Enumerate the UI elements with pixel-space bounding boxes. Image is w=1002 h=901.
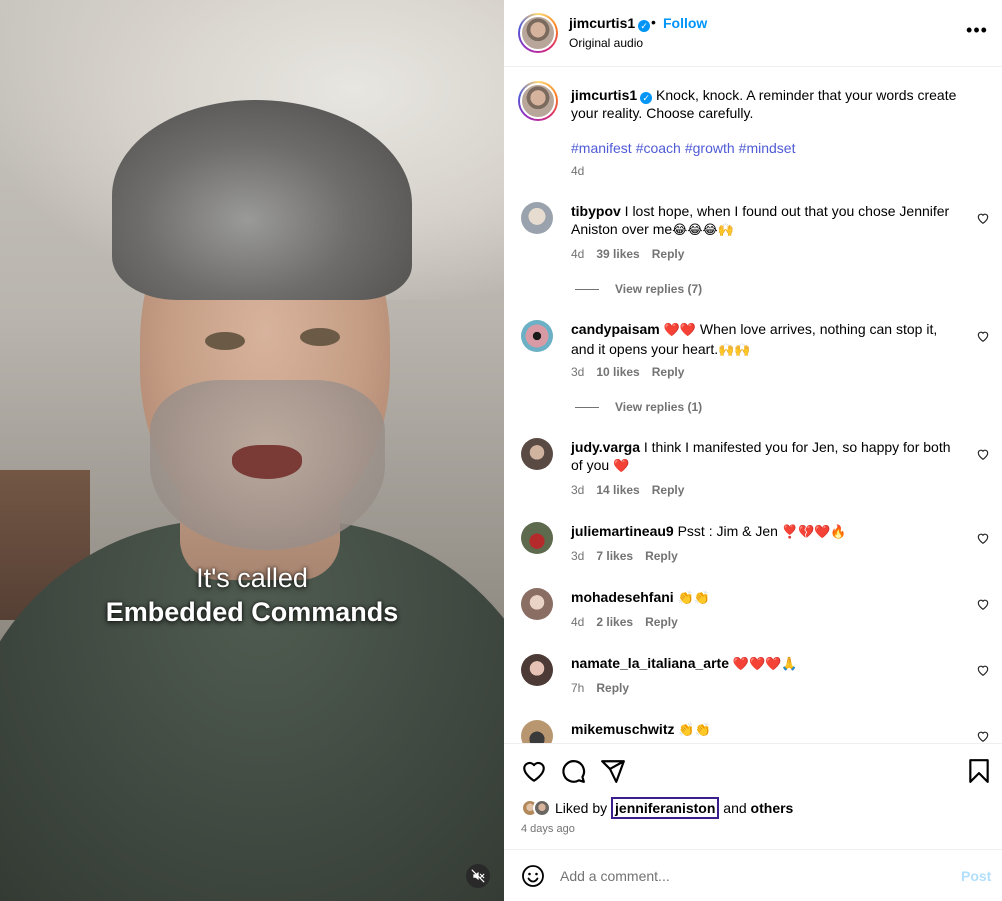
caption-author-avatar[interactable] xyxy=(518,81,558,121)
comment-like-heart-icon[interactable] xyxy=(976,447,990,461)
comment-meta: 4d 2 likes Reply xyxy=(571,615,690,629)
paper-plane-icon[interactable] xyxy=(600,758,626,784)
post-sidebar: jimcurtis1 ✓ • Follow Original audio ••• … xyxy=(504,0,1002,901)
author-avatar[interactable] xyxy=(518,13,558,53)
comment-likes-link[interactable]: 2 likes xyxy=(596,615,633,629)
comment-likes-link[interactable]: 14 likes xyxy=(596,483,639,497)
comment-time: 4d xyxy=(571,615,585,629)
comment-meta: 7h Reply xyxy=(571,681,641,695)
reply-button[interactable]: Reply xyxy=(652,365,685,379)
verified-badge-icon: ✓ xyxy=(638,20,651,32)
comment-text: mohadesehfani 👏👏 xyxy=(571,589,710,606)
reply-button[interactable]: Reply xyxy=(645,615,678,629)
comment-text: namate_la_italiana_arte ❤️❤️❤️🙏 xyxy=(571,655,798,672)
commenter-username-link[interactable]: judy.varga xyxy=(571,439,640,455)
comment-time: 7h xyxy=(571,681,585,695)
speaker-muted-icon xyxy=(471,869,485,883)
comment-time: 4d xyxy=(571,247,585,261)
person-eye-right xyxy=(300,328,340,346)
comment-like-heart-icon[interactable] xyxy=(976,211,990,225)
reply-button[interactable]: Reply xyxy=(596,681,629,695)
commenter-avatar[interactable] xyxy=(521,522,553,554)
post-comment-button[interactable]: Post xyxy=(961,868,991,884)
liker-username-link[interactable]: jenniferaniston xyxy=(611,797,720,819)
caption-text: jimcurtis1 ✓ Knock, knock. A reminder tha… xyxy=(571,86,971,122)
post-header: jimcurtis1 ✓ • Follow Original audio ••• xyxy=(504,0,1002,67)
comment-text: tibypov I lost hope, when I found out th… xyxy=(571,203,950,238)
liker-avatar[interactable] xyxy=(533,799,551,817)
hashtag-link[interactable]: #growth xyxy=(685,140,735,156)
commenter-avatar[interactable] xyxy=(521,588,553,620)
comment-meta: 3d 10 likes Reply xyxy=(571,365,696,379)
comment-like-heart-icon[interactable] xyxy=(976,663,990,677)
comment-like-heart-icon[interactable] xyxy=(976,729,990,743)
comment-like-heart-icon[interactable] xyxy=(976,329,990,343)
smiley-icon[interactable] xyxy=(521,864,545,888)
caption-timestamp: 4d xyxy=(571,164,585,178)
caption-username-link[interactable]: jimcurtis1 xyxy=(571,87,637,103)
view-replies-button[interactable]: View replies (7) xyxy=(575,282,702,296)
separator-dot: • xyxy=(651,14,656,30)
bookmark-icon[interactable] xyxy=(966,758,992,784)
liked-by-text: Liked by jenniferaniston and others xyxy=(555,797,794,819)
video-caption-line1: It's called xyxy=(196,563,308,593)
comment-like-heart-icon[interactable] xyxy=(976,531,990,545)
commenter-avatar[interactable] xyxy=(521,320,553,352)
comment-time: 3d xyxy=(571,549,585,563)
more-options-button[interactable]: ••• xyxy=(966,19,988,41)
post-modal: It's called Embedded Commands jimcurtis1… xyxy=(0,0,1002,901)
author-username-link[interactable]: jimcurtis1 ✓ xyxy=(569,15,651,32)
comment-meta: 4d 39 likes Reply xyxy=(571,247,696,261)
comment-like-heart-icon[interactable] xyxy=(976,597,990,611)
view-replies-button[interactable]: View replies (1) xyxy=(575,400,702,414)
hashtags: #manifest #coach #growth #mindset xyxy=(571,140,799,156)
reply-button[interactable]: Reply xyxy=(652,247,685,261)
follow-button[interactable]: Follow xyxy=(663,15,707,31)
commenter-avatar[interactable] xyxy=(521,202,553,234)
comment-text: juliemartineau9 Psst : Jim & Jen ❣️💔❤️🔥 xyxy=(571,523,847,540)
comment-text: judy.varga I think I manifested you for … xyxy=(571,439,951,474)
mute-toggle-button[interactable] xyxy=(466,864,490,888)
verified-badge-icon: ✓ xyxy=(640,92,653,104)
comment-time: 3d xyxy=(571,483,585,497)
comment-input[interactable] xyxy=(560,864,940,888)
commenter-avatar[interactable] xyxy=(521,720,553,743)
original-audio-link[interactable]: Original audio xyxy=(569,36,643,50)
person-mouth xyxy=(232,445,302,479)
commenter-avatar[interactable] xyxy=(521,438,553,470)
commenter-avatar[interactable] xyxy=(521,654,553,686)
comment-meta: 3d 7 likes Reply xyxy=(571,549,690,563)
person-eye-left xyxy=(205,332,245,350)
comment-meta: 3d 14 likes Reply xyxy=(571,483,696,497)
commenter-username-link[interactable]: candypaisam xyxy=(571,321,660,337)
commenter-username-link[interactable]: mikemuschwitz xyxy=(571,721,674,737)
hashtag-link[interactable]: #mindset xyxy=(739,140,796,156)
comment-text: candypaisam ❤️❤️ When love arrives, noth… xyxy=(571,321,938,358)
commenter-username-link[interactable]: namate_la_italiana_arte xyxy=(571,655,729,671)
reply-button[interactable]: Reply xyxy=(645,549,678,563)
video-player[interactable]: It's called Embedded Commands xyxy=(0,0,504,901)
commenter-username-link[interactable]: tibypov xyxy=(571,203,621,219)
commenter-username-link[interactable]: mohadesehfani xyxy=(571,589,674,605)
others-likes-link[interactable]: others xyxy=(751,800,794,816)
add-comment-bar: Post xyxy=(504,849,1002,901)
post-date: 4 days ago xyxy=(521,823,575,835)
comment-likes-link[interactable]: 10 likes xyxy=(596,365,639,379)
comment-likes-link[interactable]: 7 likes xyxy=(596,549,633,563)
heart-outline-icon[interactable] xyxy=(521,758,547,784)
hashtag-link[interactable]: #coach xyxy=(636,140,681,156)
video-caption-line2: Embedded Commands xyxy=(105,597,399,627)
comment-bubble-icon[interactable] xyxy=(560,758,586,784)
comment-text: mikemuschwitz 👏👏 xyxy=(571,721,711,738)
comment-likes-link[interactable]: 39 likes xyxy=(596,247,639,261)
comment-time: 3d xyxy=(571,365,585,379)
comments-list[interactable]: jimcurtis1 ✓ Knock, knock. A reminder tha… xyxy=(504,68,1002,743)
liked-by-row: Liked by jenniferaniston and others xyxy=(521,797,793,819)
more-horizontal-icon: ••• xyxy=(966,20,988,40)
hashtag-link[interactable]: #manifest xyxy=(571,140,632,156)
commenter-username-link[interactable]: juliemartineau9 xyxy=(571,523,674,539)
post-actions: Liked by jenniferaniston and others 4 da… xyxy=(504,743,1002,849)
reply-button[interactable]: Reply xyxy=(652,483,685,497)
